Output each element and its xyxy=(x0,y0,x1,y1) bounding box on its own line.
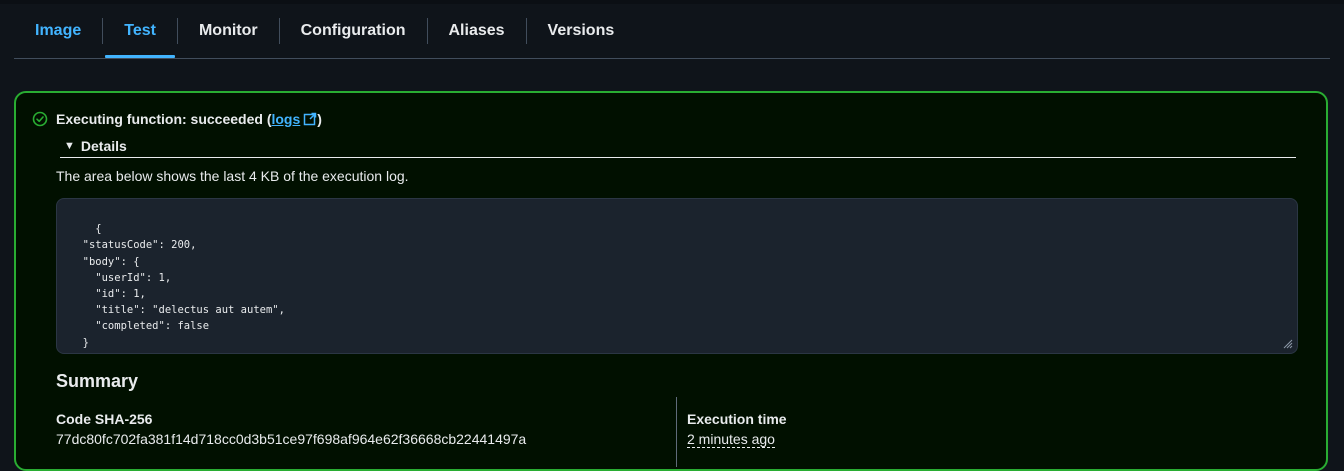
tab-image[interactable]: Image xyxy=(14,4,102,58)
log-description: The area below shows the last 4 KB of th… xyxy=(56,168,409,184)
details-label: Details xyxy=(80,138,127,154)
tab-configuration[interactable]: Configuration xyxy=(280,4,427,58)
caret-down-icon: ▼ xyxy=(64,140,75,152)
tab-monitor[interactable]: Monitor xyxy=(178,4,279,58)
execution-time-label: Execution time xyxy=(687,411,787,427)
summary-heading: Summary xyxy=(56,371,139,391)
tab-aliases-label: Aliases xyxy=(448,22,505,39)
log-output: { "statusCode": 200, "body": { "userId":… xyxy=(70,223,285,353)
status-prefix: Executing function: succeeded ( xyxy=(56,111,272,127)
tab-test-label: Test xyxy=(124,22,156,39)
status-suffix: ) xyxy=(317,111,322,127)
status-text: Executing function: succeeded (logs ) xyxy=(56,111,322,127)
code-sha-label: Code SHA-256 xyxy=(56,411,153,427)
check-circle-icon xyxy=(32,111,48,127)
resize-handle-icon[interactable] xyxy=(1283,339,1293,349)
tab-versions[interactable]: Versions xyxy=(527,4,636,58)
logs-link-label: logs xyxy=(271,111,301,127)
summary-divider xyxy=(676,397,677,467)
execution-result-panel: Executing function: succeeded (logs ) ▼ … xyxy=(14,91,1328,471)
execution-time-value[interactable]: 2 minutes ago xyxy=(687,429,787,449)
execution-status: Executing function: succeeded (logs ) xyxy=(32,109,322,129)
code-sha-field: Code SHA-256 77dc80fc702fa381f14d718cc0d… xyxy=(56,409,526,449)
tab-test[interactable]: Test xyxy=(103,4,177,58)
code-sha-value: 77dc80fc702fa381f14d718cc0d3b51ce97f698a… xyxy=(56,431,527,447)
execution-log-textarea[interactable]: { "statusCode": 200, "body": { "userId":… xyxy=(56,198,1298,354)
tab-versions-label: Versions xyxy=(547,22,615,39)
tab-monitor-label: Monitor xyxy=(198,22,258,39)
execution-time-field: Execution time 2 minutes ago xyxy=(687,409,787,449)
execution-time-text: 2 minutes ago xyxy=(687,431,775,448)
details-toggle[interactable]: ▼ Details xyxy=(60,135,1296,158)
tab-configuration-label: Configuration xyxy=(300,22,406,39)
tab-image-label: Image xyxy=(35,22,82,39)
logs-link[interactable]: logs xyxy=(271,111,317,127)
external-link-icon xyxy=(304,112,317,126)
tab-aliases[interactable]: Aliases xyxy=(428,4,526,58)
function-tabs: Image Test Monitor Configuration Aliases… xyxy=(14,4,1330,59)
